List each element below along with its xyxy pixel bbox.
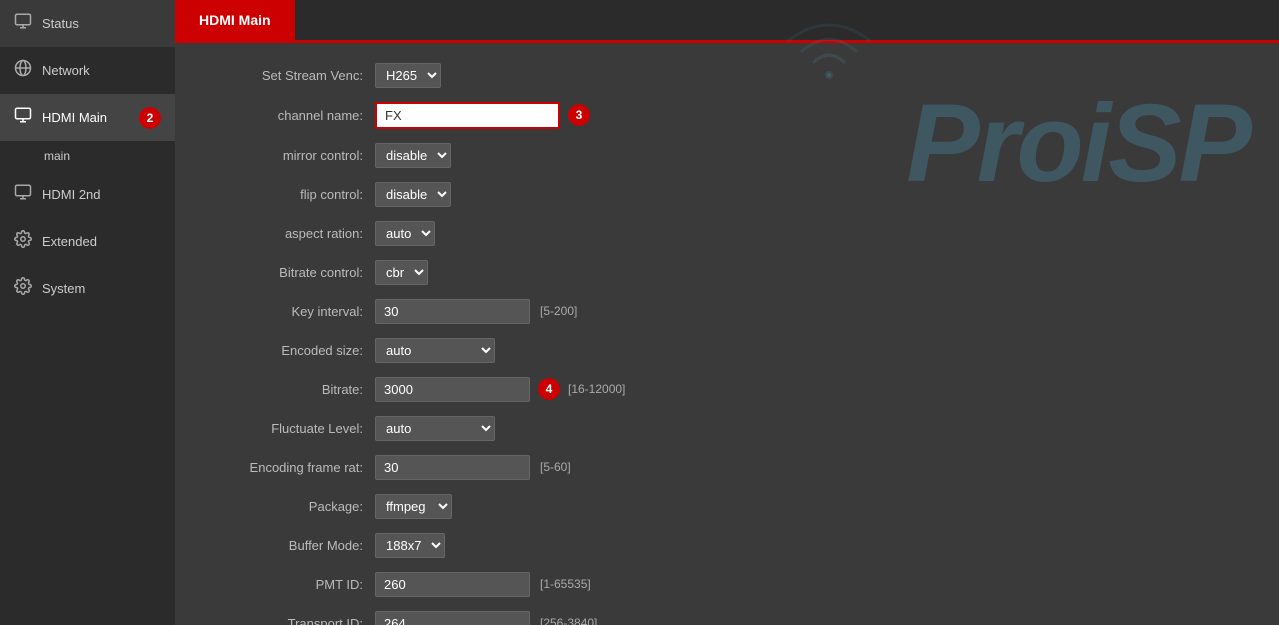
gear2-icon [14, 277, 32, 300]
form-row-aspect-ration: aspect ration: auto 4:3 16:9 [215, 221, 1239, 246]
form-row-encoded-size: Encoded size: auto 1920x1080 1280x720 [215, 338, 1239, 363]
channel-name-badge: 3 [568, 104, 590, 126]
encoding-frame-rat-input[interactable] [375, 455, 530, 480]
tab-hdmi-main[interactable]: HDMI Main [175, 0, 295, 40]
form-row-bitrate-control: Bitrate control: cbr vbr [215, 260, 1239, 285]
channel-name-label: channel name: [215, 108, 375, 123]
buffer-mode-select[interactable]: 188x7 188x4 [375, 533, 445, 558]
sidebar-item-status[interactable]: Status [0, 0, 175, 47]
stream-venc-select[interactable]: H265 H264 [375, 63, 441, 88]
channel-name-input[interactable] [375, 102, 560, 129]
key-interval-input[interactable] [375, 299, 530, 324]
form-row-stream-venc: Set Stream Venc: H265 H264 [215, 63, 1239, 88]
form-row-channel-name: channel name: 3 [215, 102, 1239, 129]
encoding-frame-rat-range: [5-60] [540, 460, 571, 474]
encoded-size-label: Encoded size: [215, 343, 375, 358]
sidebar-item-status-label: Status [42, 16, 79, 31]
bitrate-range: [16-12000] [568, 382, 625, 396]
bitrate-control-label: Bitrate control: [215, 265, 375, 280]
form-row-mirror-control: mirror control: disable enable [215, 143, 1239, 168]
package-label: Package: [215, 499, 375, 514]
sidebar-item-network[interactable]: Network [0, 47, 175, 94]
sidebar-sub-item-main[interactable]: main [0, 141, 175, 171]
tab-bar: HDMI Main [175, 0, 1279, 40]
pmt-id-label: PMT ID: [215, 577, 375, 592]
monitor-icon [14, 12, 32, 35]
sidebar-item-extended-label: Extended [42, 234, 97, 249]
form-row-fluctuate-level: Fluctuate Level: auto low medium high [215, 416, 1239, 441]
form-row-key-interval: Key interval: [5-200] [215, 299, 1239, 324]
form-row-encoding-frame-rat: Encoding frame rat: [5-60] [215, 455, 1239, 480]
bitrate-control-select[interactable]: cbr vbr [375, 260, 428, 285]
form-row-pmt-id: PMT ID: [1-65535] [215, 572, 1239, 597]
sidebar-item-network-label: Network [42, 63, 90, 78]
mirror-control-select[interactable]: disable enable [375, 143, 451, 168]
bitrate-badge: 4 [538, 378, 560, 400]
fluctuate-level-select[interactable]: auto low medium high [375, 416, 495, 441]
stream-venc-label: Set Stream Venc: [215, 68, 375, 83]
form-row-buffer-mode: Buffer Mode: 188x7 188x4 [215, 533, 1239, 558]
key-interval-range: [5-200] [540, 304, 577, 318]
sidebar-item-hdmi-main-label: HDMI Main [42, 110, 107, 125]
fluctuate-level-label: Fluctuate Level: [215, 421, 375, 436]
sidebar: Status Network HDMI Main 2 main HDMI 2nd [0, 0, 175, 625]
mirror-control-label: mirror control: [215, 148, 375, 163]
content-area: HDMI Main ProiSP Set Stream Venc: [175, 0, 1279, 625]
monitor3-icon [14, 183, 32, 206]
bitrate-label: Bitrate: [215, 382, 375, 397]
sidebar-item-hdmi-2nd[interactable]: HDMI 2nd [0, 171, 175, 218]
sidebar-item-hdmi-2nd-label: HDMI 2nd [42, 187, 101, 202]
form-area: Set Stream Venc: H265 H264 channel name:… [175, 43, 1279, 625]
aspect-ration-select[interactable]: auto 4:3 16:9 [375, 221, 435, 246]
pmt-id-range: [1-65535] [540, 577, 591, 591]
sidebar-item-extended[interactable]: Extended [0, 218, 175, 265]
package-select[interactable]: ffmpeg mpegts [375, 494, 452, 519]
form-row-flip-control: flip control: disable enable [215, 182, 1239, 207]
gear-icon [14, 230, 32, 253]
pmt-id-input[interactable] [375, 572, 530, 597]
transport-id-label: Transport ID: [215, 616, 375, 625]
transport-id-range: [256-3840] [540, 616, 597, 625]
form-row-bitrate: Bitrate: 4 [16-12000] [215, 377, 1239, 402]
bitrate-input[interactable] [375, 377, 530, 402]
sidebar-item-system-label: System [42, 281, 85, 296]
tab-hdmi-main-label: HDMI Main [199, 12, 271, 28]
form-row-package: Package: ffmpeg mpegts [215, 494, 1239, 519]
encoded-size-select[interactable]: auto 1920x1080 1280x720 [375, 338, 495, 363]
sidebar-sub-item-main-label: main [44, 149, 70, 163]
transport-id-input[interactable] [375, 611, 530, 625]
globe-icon [14, 59, 32, 82]
sidebar-item-hdmi-main[interactable]: HDMI Main 2 [0, 94, 175, 141]
flip-control-select[interactable]: disable enable [375, 182, 451, 207]
flip-control-label: flip control: [215, 187, 375, 202]
form-row-transport-id: Transport ID: [256-3840] [215, 611, 1239, 625]
monitor2-icon [14, 106, 32, 129]
key-interval-label: Key interval: [215, 304, 375, 319]
sidebar-item-system[interactable]: System [0, 265, 175, 312]
buffer-mode-label: Buffer Mode: [215, 538, 375, 553]
aspect-ration-label: aspect ration: [215, 226, 375, 241]
hdmi-main-badge: 2 [139, 107, 161, 129]
encoding-frame-rat-label: Encoding frame rat: [215, 460, 375, 475]
